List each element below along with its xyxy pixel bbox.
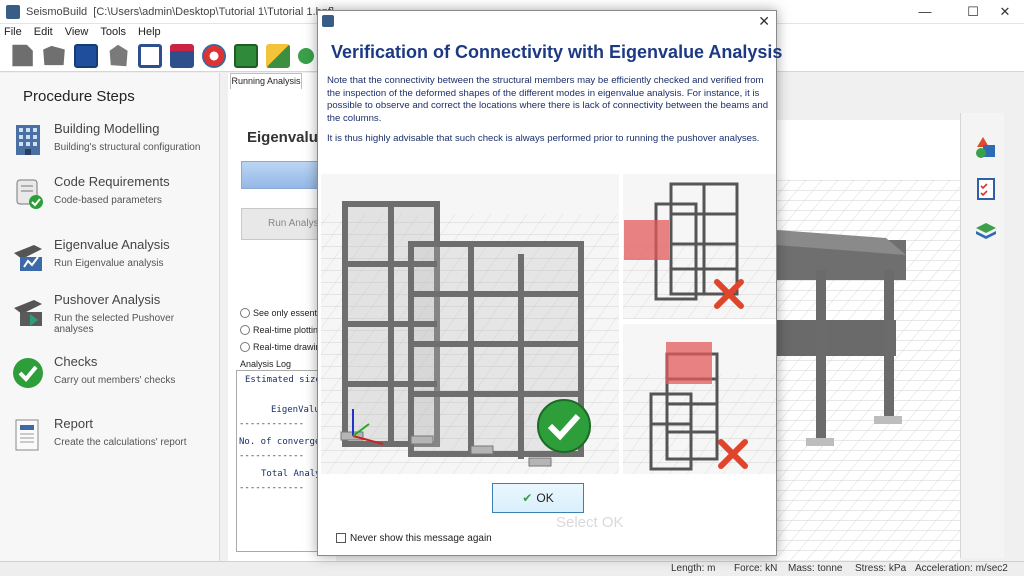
- brush-icon[interactable]: [266, 43, 290, 68]
- step-name: Report: [54, 416, 94, 431]
- frame-icon[interactable]: [138, 43, 162, 68]
- never-show-checkbox[interactable]: Never show this message again: [336, 533, 492, 544]
- radio-label: Real-time plotting: [253, 325, 324, 335]
- run-icon[interactable]: [298, 47, 314, 64]
- status-mass: Mass: tonne: [788, 563, 843, 574]
- dialog-body: Note that the connectivity between the s…: [327, 75, 773, 154]
- green-check-icon: [13, 358, 43, 388]
- step-desc: Run the selected Pushover analyses: [54, 313, 175, 335]
- model-3d-render: [776, 180, 960, 560]
- log-line: ------------: [239, 483, 305, 493]
- tab-running-analysis[interactable]: Running Analysis: [230, 73, 302, 89]
- log-line: Estimated size: [245, 375, 321, 385]
- dialog-app-icon: [322, 15, 334, 27]
- menu-view[interactable]: View: [65, 26, 89, 38]
- procedure-steps-panel: Procedure Steps Building Modelling Build…: [0, 73, 220, 563]
- select-ok-overlay: Select OK: [556, 514, 624, 531]
- radio-realtime-drawing[interactable]: Real-time drawing: [240, 342, 326, 352]
- building-icon: [16, 125, 40, 155]
- run-analysis-button[interactable]: Run Analysi: [241, 208, 326, 240]
- verification-dialog: ✕ Verification of Connectivity with Eige…: [317, 10, 782, 556]
- minimize-button[interactable]: —: [902, 0, 948, 24]
- panel-title: Procedure Steps: [23, 88, 135, 105]
- step-name: Eigenvalue Analysis: [54, 237, 170, 252]
- file-path: [C:\Users\admin\Desktop\Tutorial 1\Tutor…: [93, 5, 334, 18]
- step-name: Code Requirements: [54, 174, 170, 189]
- step-pushover-analysis[interactable]: Pushover Analysis Run the selected Pusho…: [10, 292, 215, 338]
- checklist-icon[interactable]: [975, 177, 997, 201]
- new-file-icon[interactable]: [12, 44, 33, 67]
- open-file-icon[interactable]: [43, 45, 65, 66]
- analysis-log-title: Analysis Log: [240, 359, 292, 369]
- step-building-modelling[interactable]: Building Modelling Building's structural…: [10, 121, 215, 167]
- calculator-icon[interactable]: [234, 43, 258, 68]
- status-length: Length: m: [671, 563, 716, 574]
- save-icon[interactable]: [74, 43, 98, 68]
- log-line: Total Analy: [261, 469, 321, 479]
- status-acceleration: Acceleration: m/sec2: [915, 563, 1008, 574]
- step-code-requirements[interactable]: Code Requirements Code-based parameters: [10, 174, 215, 220]
- status-bar: Length: m Force: kN Mass: tonne Stress: …: [0, 561, 1024, 576]
- window-title: SeismoBuild [C:\Users\admin\Desktop\Tuto…: [26, 6, 334, 18]
- step-desc: Carry out members' checks: [54, 375, 176, 386]
- menu-help[interactable]: Help: [138, 26, 161, 38]
- step-name: Checks: [54, 354, 98, 369]
- status-force: Force: kN: [734, 563, 778, 574]
- illustration-svg: [321, 174, 776, 474]
- ok-check-icon: ✔: [522, 491, 533, 505]
- status-stress: Stress: kPa: [855, 563, 907, 574]
- step-name: Pushover Analysis: [54, 292, 161, 307]
- dialog-paragraph: Note that the connectivity between the s…: [327, 75, 769, 124]
- checkbox-box: [336, 533, 346, 543]
- step-checks[interactable]: Checks Carry out members' checks: [10, 354, 215, 400]
- radio-label: See only essential: [253, 308, 327, 318]
- log-line: ------------: [239, 419, 305, 429]
- ok-button[interactable]: ✔ OK: [492, 483, 584, 513]
- step-report[interactable]: Report Create the calculations' report: [10, 416, 215, 462]
- sections-icon[interactable]: [170, 43, 194, 68]
- layers-icon[interactable]: [975, 219, 997, 243]
- log-line: EigenValu: [271, 405, 320, 415]
- connectivity-illustration: [321, 174, 776, 474]
- run-label: Run Analysi: [268, 218, 321, 229]
- dialog-close-button[interactable]: ✕: [758, 13, 770, 30]
- never-show-label: Never show this message again: [350, 533, 492, 544]
- menu-edit[interactable]: Edit: [34, 26, 53, 38]
- step-desc: Code-based parameters: [54, 195, 162, 206]
- step-desc: Create the calculations' report: [54, 437, 187, 448]
- step-name: Building Modelling: [54, 121, 160, 136]
- radio-label: Real-time drawing: [253, 342, 326, 352]
- shapes-icon[interactable]: [975, 135, 997, 159]
- radio-essential[interactable]: See only essential: [240, 308, 326, 318]
- radio-realtime-plotting[interactable]: Real-time plotting: [240, 325, 323, 335]
- building-shape-icon[interactable]: [109, 44, 128, 67]
- dialog-paragraph: It is thus highly advisable that such ch…: [327, 133, 760, 144]
- model-3d-view[interactable]: [776, 120, 960, 560]
- analysis-heading: Eigenvalue: [247, 129, 327, 146]
- dialog-title: Verification of Connectivity with Eigenv…: [331, 42, 783, 62]
- pushover-icon: [14, 300, 42, 326]
- menu-tools[interactable]: Tools: [100, 26, 126, 38]
- close-window-button[interactable]: ✕: [982, 0, 1024, 24]
- right-toolbar: [960, 113, 1004, 558]
- ok-label: OK: [536, 491, 554, 505]
- app-name: SeismoBuild: [26, 5, 88, 18]
- app-icon: [6, 4, 20, 19]
- scroll-check-icon: [16, 179, 43, 209]
- settings-gear-icon[interactable]: [202, 43, 226, 68]
- progress-bar: [241, 161, 326, 189]
- eigenvalue-icon: [14, 245, 42, 271]
- log-line: No. of converge: [239, 437, 321, 447]
- step-eigenvalue-analysis[interactable]: Eigenvalue Analysis Run Eigenvalue analy…: [10, 237, 215, 283]
- check-mark-icon: [537, 399, 591, 453]
- step-desc: Run Eigenvalue analysis: [54, 258, 164, 269]
- report-icon: [15, 419, 39, 451]
- log-line: ------------: [239, 451, 305, 461]
- step-desc: Building's structural configuration: [54, 142, 201, 153]
- menu-file[interactable]: File: [4, 26, 22, 38]
